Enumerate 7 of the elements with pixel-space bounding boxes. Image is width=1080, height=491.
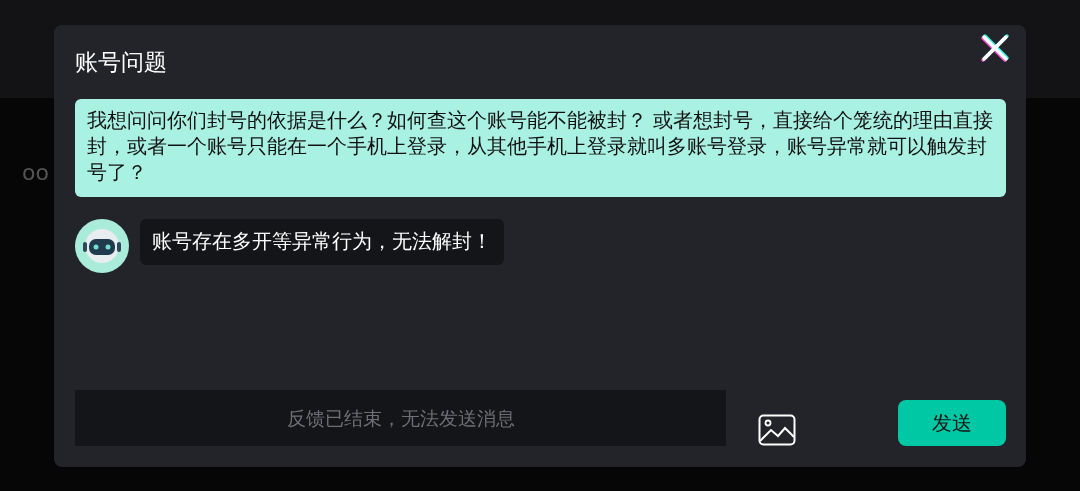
robot-avatar-icon <box>75 219 129 273</box>
user-message: 我想问问你们封号的依据是什么？如何查这个账号能不能被封？ 或者想封号，直接给个笼统的理由直接封，或者一个账号只能在一个手机上登录，从其他手机上登录就叫多账号登录，账号异常就可以触发封号了？ <box>75 99 1006 197</box>
bot-message: 账号存在多开等异常行为，无法解封！ <box>140 219 504 265</box>
background-text: oo <box>22 160 49 185</box>
dialog-title: 账号问题 <box>75 47 167 77</box>
image-icon[interactable] <box>758 414 796 446</box>
close-button[interactable] <box>980 33 1010 63</box>
